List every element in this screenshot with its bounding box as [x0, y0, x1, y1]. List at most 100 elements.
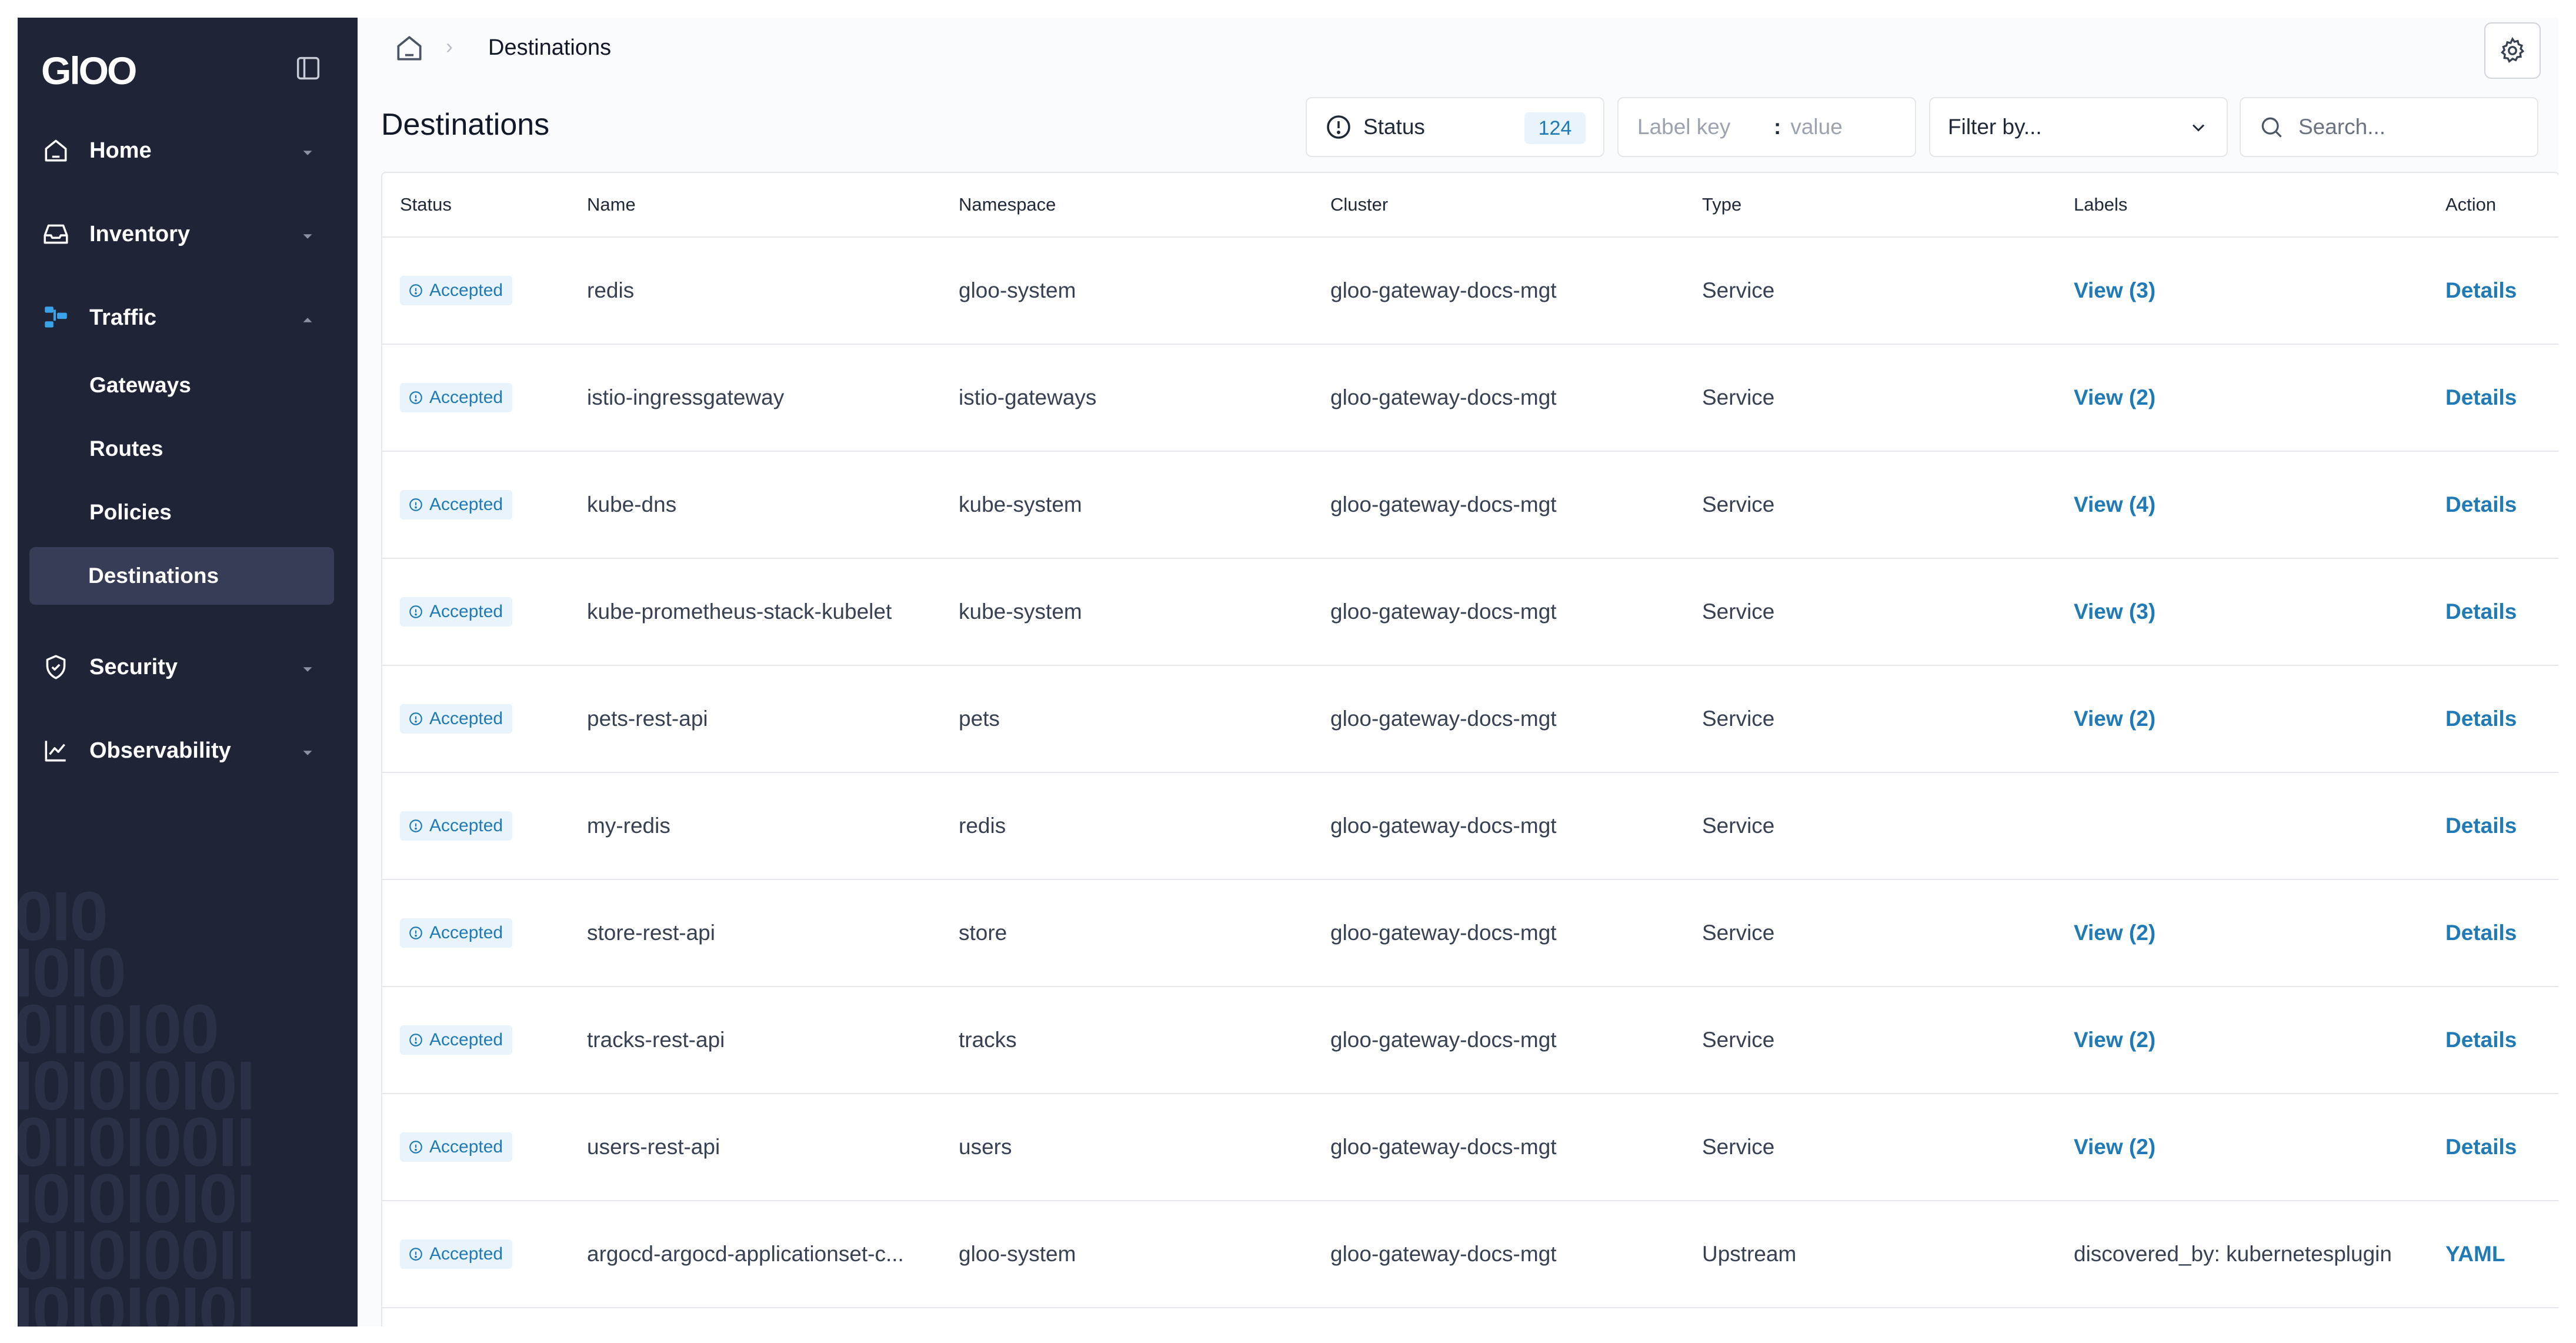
table-header-row: Status Name Namespace Cluster Type Label…	[382, 173, 2558, 238]
chevron-up-icon	[299, 309, 316, 327]
sidebar-item-routes[interactable]: Routes	[29, 420, 334, 478]
info-circle-icon	[409, 712, 422, 725]
cell-name: redis	[569, 237, 941, 345]
cell-cluster: gloo-gateway-docs-mgt	[1313, 558, 1684, 666]
labels-link: discovered_by: kubernetesplugin	[2074, 1242, 2392, 1266]
sidebar-item-gateways[interactable]: Gateways	[29, 356, 334, 414]
action-link[interactable]: Details	[2445, 385, 2517, 409]
labels-link[interactable]: View (2)	[2074, 921, 2155, 945]
cell-namespace: istio-gateways	[941, 344, 1313, 452]
cell-cluster: gloo-gateway-docs-mgt	[1313, 237, 1684, 345]
table-row: Accepted my-redis redis gloo-gateway-docs-m…	[382, 772, 2558, 880]
cell-cluster: gloo-gateway-docs-mgt	[1313, 879, 1684, 987]
table-row: Accepted users-rest-api users gloo-gateway-…	[382, 1094, 2558, 1201]
sidebar: 0I0 I0I0 0II0I00 I0I0I0I0I 0II0I00II I0I…	[18, 18, 358, 1327]
sidebar-item-label: Inventory	[89, 221, 191, 246]
sidebar-item-traffic[interactable]: Traffic	[41, 296, 334, 339]
action-link[interactable]: Details	[2445, 707, 2517, 731]
labels-link[interactable]: View (3)	[2074, 278, 2155, 302]
cell-status: Accepted	[382, 879, 569, 987]
label-value-input[interactable]	[1789, 114, 1910, 140]
cell-type: Service	[1684, 237, 2056, 345]
cell-namespace: kube-system	[941, 558, 1313, 666]
search-input[interactable]	[2297, 114, 2523, 140]
labels-link[interactable]: View (2)	[2074, 707, 2155, 731]
column-header-status[interactable]: Status	[382, 173, 569, 238]
status-badge-label: Accepted	[429, 281, 503, 300]
cell-name: users-rest-api	[569, 1094, 941, 1201]
status-badge: Accepted	[400, 704, 513, 734]
labels-link[interactable]: View (2)	[2074, 1135, 2155, 1159]
gear-icon	[2501, 36, 2525, 63]
table-body: Accepted redis gloo-system gloo-gateway-doc…	[382, 237, 2558, 1308]
labels-link[interactable]: View (2)	[2074, 1028, 2155, 1052]
cell-status: Accepted	[382, 1094, 569, 1201]
cell-name: my-redis	[569, 772, 941, 880]
cell-namespace: pets	[941, 665, 1313, 773]
cell-name: kube-prometheus-stack-kubelet	[569, 558, 941, 666]
table-row: Accepted pets-rest-api pets gloo-gateway-do…	[382, 665, 2558, 773]
status-badge-label: Accepted	[429, 1030, 503, 1049]
column-header-action[interactable]: Action	[2428, 173, 2558, 238]
action-link[interactable]: Details	[2445, 599, 2517, 624]
status-badge: Accepted	[400, 276, 513, 305]
status-badge-label: Accepted	[429, 1244, 503, 1264]
sidebar-item-inventory[interactable]: Inventory	[41, 213, 334, 255]
table-row: Accepted kube-dns kube-system gloo-gateway-…	[382, 451, 2558, 559]
cell-labels: discovered_by: kubernetesplugin	[2056, 1201, 2428, 1308]
cell-type: Service	[1684, 451, 2056, 559]
labels-link[interactable]: View (2)	[2074, 385, 2155, 409]
settings-button[interactable]	[2484, 22, 2541, 79]
action-link[interactable]: Details	[2445, 278, 2517, 302]
breadcrumb-home-icon[interactable]	[393, 32, 426, 65]
column-header-namespace[interactable]: Namespace	[941, 173, 1313, 238]
cell-status: Accepted	[382, 987, 569, 1094]
sidebar-collapse-button[interactable]	[293, 53, 323, 84]
action-link[interactable]: Details	[2445, 921, 2517, 945]
status-filter[interactable]: Status 124	[1306, 97, 1604, 157]
table-row: Accepted argocd-argocd-applicationset-c..…	[382, 1201, 2558, 1308]
status-badge: Accepted	[400, 811, 513, 841]
sidebar-nav: Home Inventory Traffic Gateways Routes P…	[18, 129, 358, 813]
column-header-type[interactable]: Type	[1684, 173, 2056, 238]
cell-namespace: gloo-system	[941, 1201, 1313, 1308]
sidebar-item-home[interactable]: Home	[41, 129, 334, 172]
labels-link[interactable]: View (3)	[2074, 599, 2155, 624]
cell-cluster: gloo-gateway-docs-mgt	[1313, 987, 1684, 1094]
cell-namespace: redis	[941, 772, 1313, 880]
column-header-name[interactable]: Name	[569, 173, 941, 238]
action-link[interactable]: Details	[2445, 1028, 2517, 1052]
action-link[interactable]: Details	[2445, 492, 2517, 516]
status-badge: Accepted	[400, 597, 513, 626]
cell-labels	[2056, 772, 2428, 880]
action-link[interactable]: YAML	[2445, 1242, 2505, 1266]
action-link[interactable]: Details	[2445, 814, 2517, 838]
sidebar-item-security[interactable]: Security	[41, 646, 334, 688]
column-header-cluster[interactable]: Cluster	[1313, 173, 1684, 238]
labels-link[interactable]: View (4)	[2074, 492, 2155, 516]
filter-by-select[interactable]: Filter by...	[1929, 97, 2228, 157]
table-row: Accepted istio-ingressgateway istio-gatewa…	[382, 344, 2558, 452]
action-link[interactable]: Details	[2445, 1135, 2517, 1159]
status-badge-label: Accepted	[429, 1137, 503, 1157]
cell-cluster: gloo-gateway-docs-mgt	[1313, 772, 1684, 880]
sidebar-item-policies[interactable]: Policies	[29, 484, 334, 541]
page-title: Destinations	[381, 108, 550, 142]
column-header-labels[interactable]: Labels	[2056, 173, 2428, 238]
status-badge: Accepted	[400, 1239, 513, 1269]
info-circle-icon	[409, 391, 422, 404]
cell-cluster: gloo-gateway-docs-mgt	[1313, 1094, 1684, 1201]
chevron-down-icon	[2192, 124, 2205, 132]
cell-namespace: gloo-system	[941, 237, 1313, 345]
sidebar-item-observability[interactable]: Observability	[41, 729, 334, 772]
info-circle-icon	[409, 927, 422, 939]
cell-name: store-rest-api	[569, 879, 941, 987]
sidebar-item-destinations[interactable]: Destinations	[29, 547, 334, 605]
breadcrumb-current: Destinations	[488, 35, 612, 60]
filter-by-label: Filter by...	[1948, 115, 2042, 139]
label-key-input[interactable]	[1636, 114, 1774, 140]
table-row: Accepted kube-prometheus-stack-kubelet kub…	[382, 558, 2558, 666]
cell-type: Service	[1684, 772, 2056, 880]
sidebar-toggle-icon	[296, 56, 320, 80]
chevron-down-icon	[299, 742, 316, 760]
